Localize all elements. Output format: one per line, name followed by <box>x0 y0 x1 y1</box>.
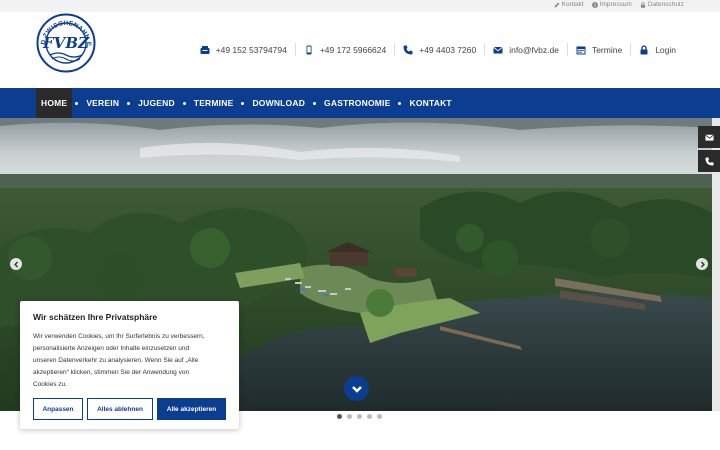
cookie-consent-dialog: Wir schätzen Ihre Privatsphäre Wir verwe… <box>20 301 239 429</box>
phone-fax-icon <box>200 45 210 54</box>
chevron-right-icon <box>700 261 705 267</box>
side-phone-button[interactable] <box>698 150 720 172</box>
top-link-label: Datenschutz <box>647 1 684 8</box>
nav-list: HOME VEREIN JUGEND TERMINE DOWNLOAD GAST… <box>36 88 457 118</box>
top-link-label: Kontakt <box>561 1 584 8</box>
cookie-reject-button[interactable]: Alles ablehnen <box>87 398 153 420</box>
logo-monogram: FVBZ <box>42 34 90 52</box>
main-nav: HOME VEREIN JUGEND TERMINE DOWNLOAD GAST… <box>0 88 720 118</box>
top-link-label: Impressum <box>599 1 632 8</box>
slider-dot[interactable] <box>347 414 352 419</box>
slider-dot[interactable] <box>367 414 372 419</box>
nav-item-kontakt[interactable]: KONTAKT <box>404 88 456 118</box>
top-link-kontakt[interactable]: Kontakt <box>554 1 584 8</box>
contact-label: +49 4403 7260 <box>419 44 477 55</box>
cookie-text-line: personalisierte Anzeigen oder Inhalte ei… <box>33 345 190 352</box>
slider-dot[interactable] <box>357 414 362 419</box>
nav-separator <box>313 101 317 105</box>
cookie-text-line: unseren Datenverkehr zu analysieren. Wen… <box>33 357 199 364</box>
side-email-button[interactable] <box>698 126 720 148</box>
contact-bar: +49 152 53794794 +49 172 5966624 +49 440… <box>192 43 684 56</box>
contact-email[interactable]: info@fvbz.de <box>484 43 567 56</box>
phone-icon <box>704 156 714 166</box>
contact-phone[interactable]: +49 4403 7260 <box>394 43 484 56</box>
top-utility-bar: Kontakt Impressum Datenschutz <box>0 0 720 12</box>
contact-label: Termine <box>591 44 623 55</box>
phone-icon <box>403 45 413 54</box>
cookie-text-line: Wir verwenden Cookies, um Ihr Surferlebn… <box>33 333 205 340</box>
nav-item-home[interactable]: HOME <box>36 88 73 118</box>
nav-separator <box>241 101 245 105</box>
contact-termine[interactable]: Termine <box>566 43 630 56</box>
slider-dot[interactable] <box>337 414 342 419</box>
lock-icon <box>640 44 648 54</box>
pencil-icon <box>554 2 560 7</box>
contact-login[interactable]: Login <box>630 43 684 56</box>
cookie-text-line: Cookies zu. <box>33 381 67 388</box>
page: Kontakt Impressum Datenschutz BAD ZWISCH… <box>0 0 720 450</box>
cookie-title: Wir schätzen Ihre Privatsphäre <box>33 312 158 322</box>
top-link-datenschutz[interactable]: Datenschutz <box>640 1 684 8</box>
site-header: BAD ZWISCHENAHN E.V. FVBZ +49 152 537947… <box>0 12 720 88</box>
slider-next-button[interactable] <box>696 258 708 270</box>
lock-icon <box>640 1 645 8</box>
nav-separator <box>75 101 79 105</box>
chevron-down-icon <box>351 385 362 393</box>
mobile-icon <box>306 45 312 54</box>
cookie-accept-button[interactable]: Alle akzeptieren <box>157 398 226 420</box>
nav-separator <box>398 101 402 105</box>
slider-dots <box>337 414 382 419</box>
nav-item-download[interactable]: DOWNLOAD <box>247 88 310 118</box>
envelope-icon <box>704 134 714 141</box>
contact-label: info@fvbz.de <box>509 44 559 55</box>
contact-label: +49 172 5966624 <box>319 44 387 55</box>
cookie-buttons: Anpassen Alles ablehnen Alle akzeptieren <box>33 398 226 420</box>
calendar-icon <box>576 46 586 54</box>
envelope-icon <box>493 46 503 53</box>
club-logo[interactable]: BAD ZWISCHENAHN E.V. FVBZ <box>36 13 96 73</box>
nav-item-termine[interactable]: TERMINE <box>189 88 239 118</box>
top-link-impressum[interactable]: Impressum <box>591 1 632 8</box>
scroll-down-button[interactable] <box>344 376 369 401</box>
contact-label: +49 152 53794794 <box>215 44 287 55</box>
chevron-left-icon <box>13 261 18 267</box>
info-icon <box>591 1 598 8</box>
cookie-text: Wir verwenden Cookies, um Ihr Surferlebn… <box>33 331 226 391</box>
nav-item-verein[interactable]: VEREIN <box>81 88 124 118</box>
cookie-text-line: akzeptieren“ klicken, stimmen Sie der An… <box>33 369 190 376</box>
slider-prev-button[interactable] <box>10 258 22 270</box>
nav-separator <box>127 101 131 105</box>
contact-fax[interactable]: +49 152 53794794 <box>192 43 295 56</box>
contact-label: Login <box>655 44 676 55</box>
nav-separator <box>182 101 186 105</box>
nav-item-jugend[interactable]: JUGEND <box>133 88 180 118</box>
top-links: Kontakt Impressum Datenschutz <box>554 1 684 8</box>
cookie-customize-button[interactable]: Anpassen <box>33 398 83 420</box>
nav-item-gastronomie[interactable]: GASTRONOMIE <box>319 88 395 118</box>
contact-mobile[interactable]: +49 172 5966624 <box>294 43 394 56</box>
slider-dot[interactable] <box>377 414 382 419</box>
